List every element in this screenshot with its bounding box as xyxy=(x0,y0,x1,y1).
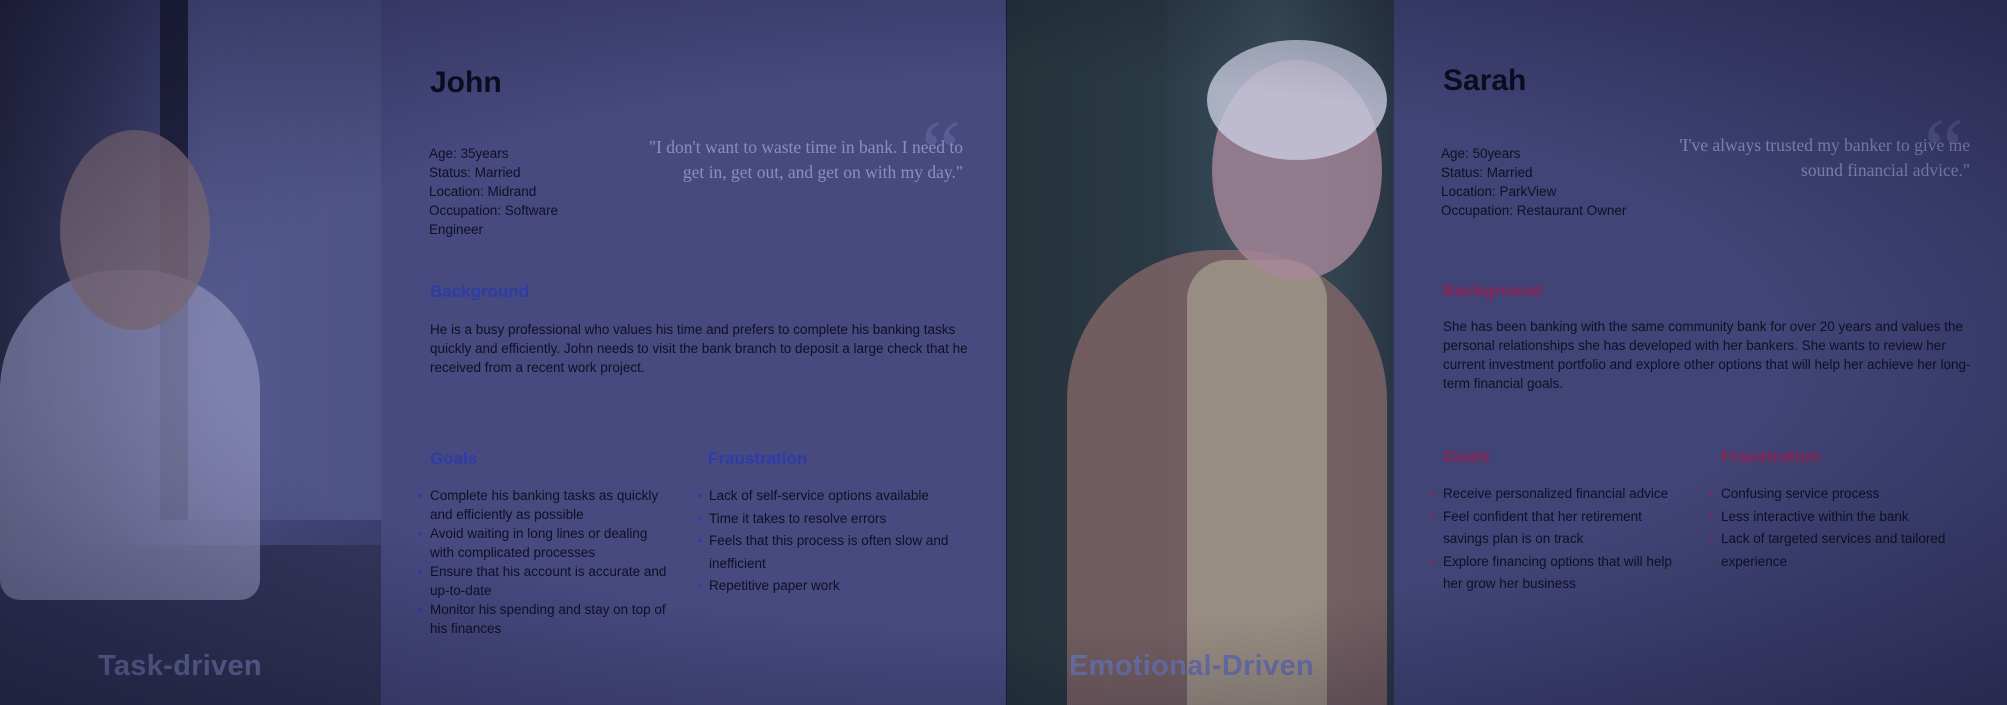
frustration-heading: Fraustration xyxy=(1721,447,1821,466)
goals-list: Complete his banking tasks as quickly an… xyxy=(418,486,668,638)
list-item: Lack of self-service options available xyxy=(697,485,957,508)
persona-type-caption: Emotional-Driven xyxy=(1069,650,1314,682)
list-item: Repetitive paper work xyxy=(697,575,957,598)
list-item: Less interactive within the bank xyxy=(1709,506,1977,529)
list-item: Receive personalized financial advice xyxy=(1431,483,1689,506)
persona-name: Sarah xyxy=(1443,64,1527,97)
persona-quote: "I don't want to waste time in bank. I n… xyxy=(648,137,963,182)
background-text: He is a busy professional who values his… xyxy=(430,322,968,375)
persona-details: Age: 35years Status: Married Location: M… xyxy=(429,144,558,239)
list-item: Feel confident that her retirement savin… xyxy=(1431,506,1689,551)
person-hair xyxy=(1207,40,1387,160)
persona-board: Task-driven John Age: 35years Status: Ma… xyxy=(0,0,2007,705)
goals-heading: Goals xyxy=(1443,447,1491,466)
occupation-label: Occupation: Restaurant Owner xyxy=(1441,203,1627,218)
list-item: Time it takes to resolve errors xyxy=(697,508,957,531)
list-item: Feels that this process is often slow an… xyxy=(697,530,957,575)
persona-card-sarah: Sarah Age: 50years Status: Married Locat… xyxy=(1394,0,2007,705)
background-text: She has been banking with the same commu… xyxy=(1443,319,1971,391)
frustration-list: Confusing service process Less interacti… xyxy=(1709,483,1977,573)
list-item: Confusing service process xyxy=(1709,483,1977,506)
goals-heading: Goals xyxy=(430,449,478,468)
frustration-heading: Fraustration xyxy=(708,449,808,468)
status-label: Status: Married xyxy=(429,165,521,180)
sarah-photo: Emotional-Driven xyxy=(1007,0,1394,705)
occupation-label: Occupation: Software xyxy=(429,203,559,218)
persona-name: John xyxy=(430,66,502,99)
persona-card-john: John Age: 35years Status: Married Locati… xyxy=(381,0,1007,705)
list-item: Explore financing options that will help… xyxy=(1431,551,1689,596)
list-item: Lack of targeted services and tailored e… xyxy=(1709,528,1977,573)
list-item: Complete his banking tasks as quickly an… xyxy=(418,486,668,524)
age-label: Age: 35years xyxy=(429,146,509,161)
person-shirt xyxy=(1187,260,1327,705)
location-label: Location: ParkView xyxy=(1441,184,1557,199)
occupation-label-cont: Engineer xyxy=(429,222,484,237)
persona-quote: 'I've always trusted my banker to give m… xyxy=(1679,135,1970,180)
person-head xyxy=(60,130,210,330)
frustration-list: Lack of self-service options available T… xyxy=(697,485,957,598)
john-photo: Task-driven xyxy=(0,0,381,705)
location-label: Location: Midrand xyxy=(429,184,537,199)
goals-list: Receive personalized financial advice Fe… xyxy=(1431,483,1689,596)
list-item: Ensure that his account is accurate and … xyxy=(418,562,668,600)
list-item: Monitor his spending and stay on top of … xyxy=(418,600,668,638)
background-heading: Background xyxy=(1443,281,1543,300)
list-item: Avoid waiting in long lines or dealing w… xyxy=(418,524,668,562)
persona-type-caption: Task-driven xyxy=(98,650,262,682)
background-heading: Background xyxy=(430,282,530,301)
